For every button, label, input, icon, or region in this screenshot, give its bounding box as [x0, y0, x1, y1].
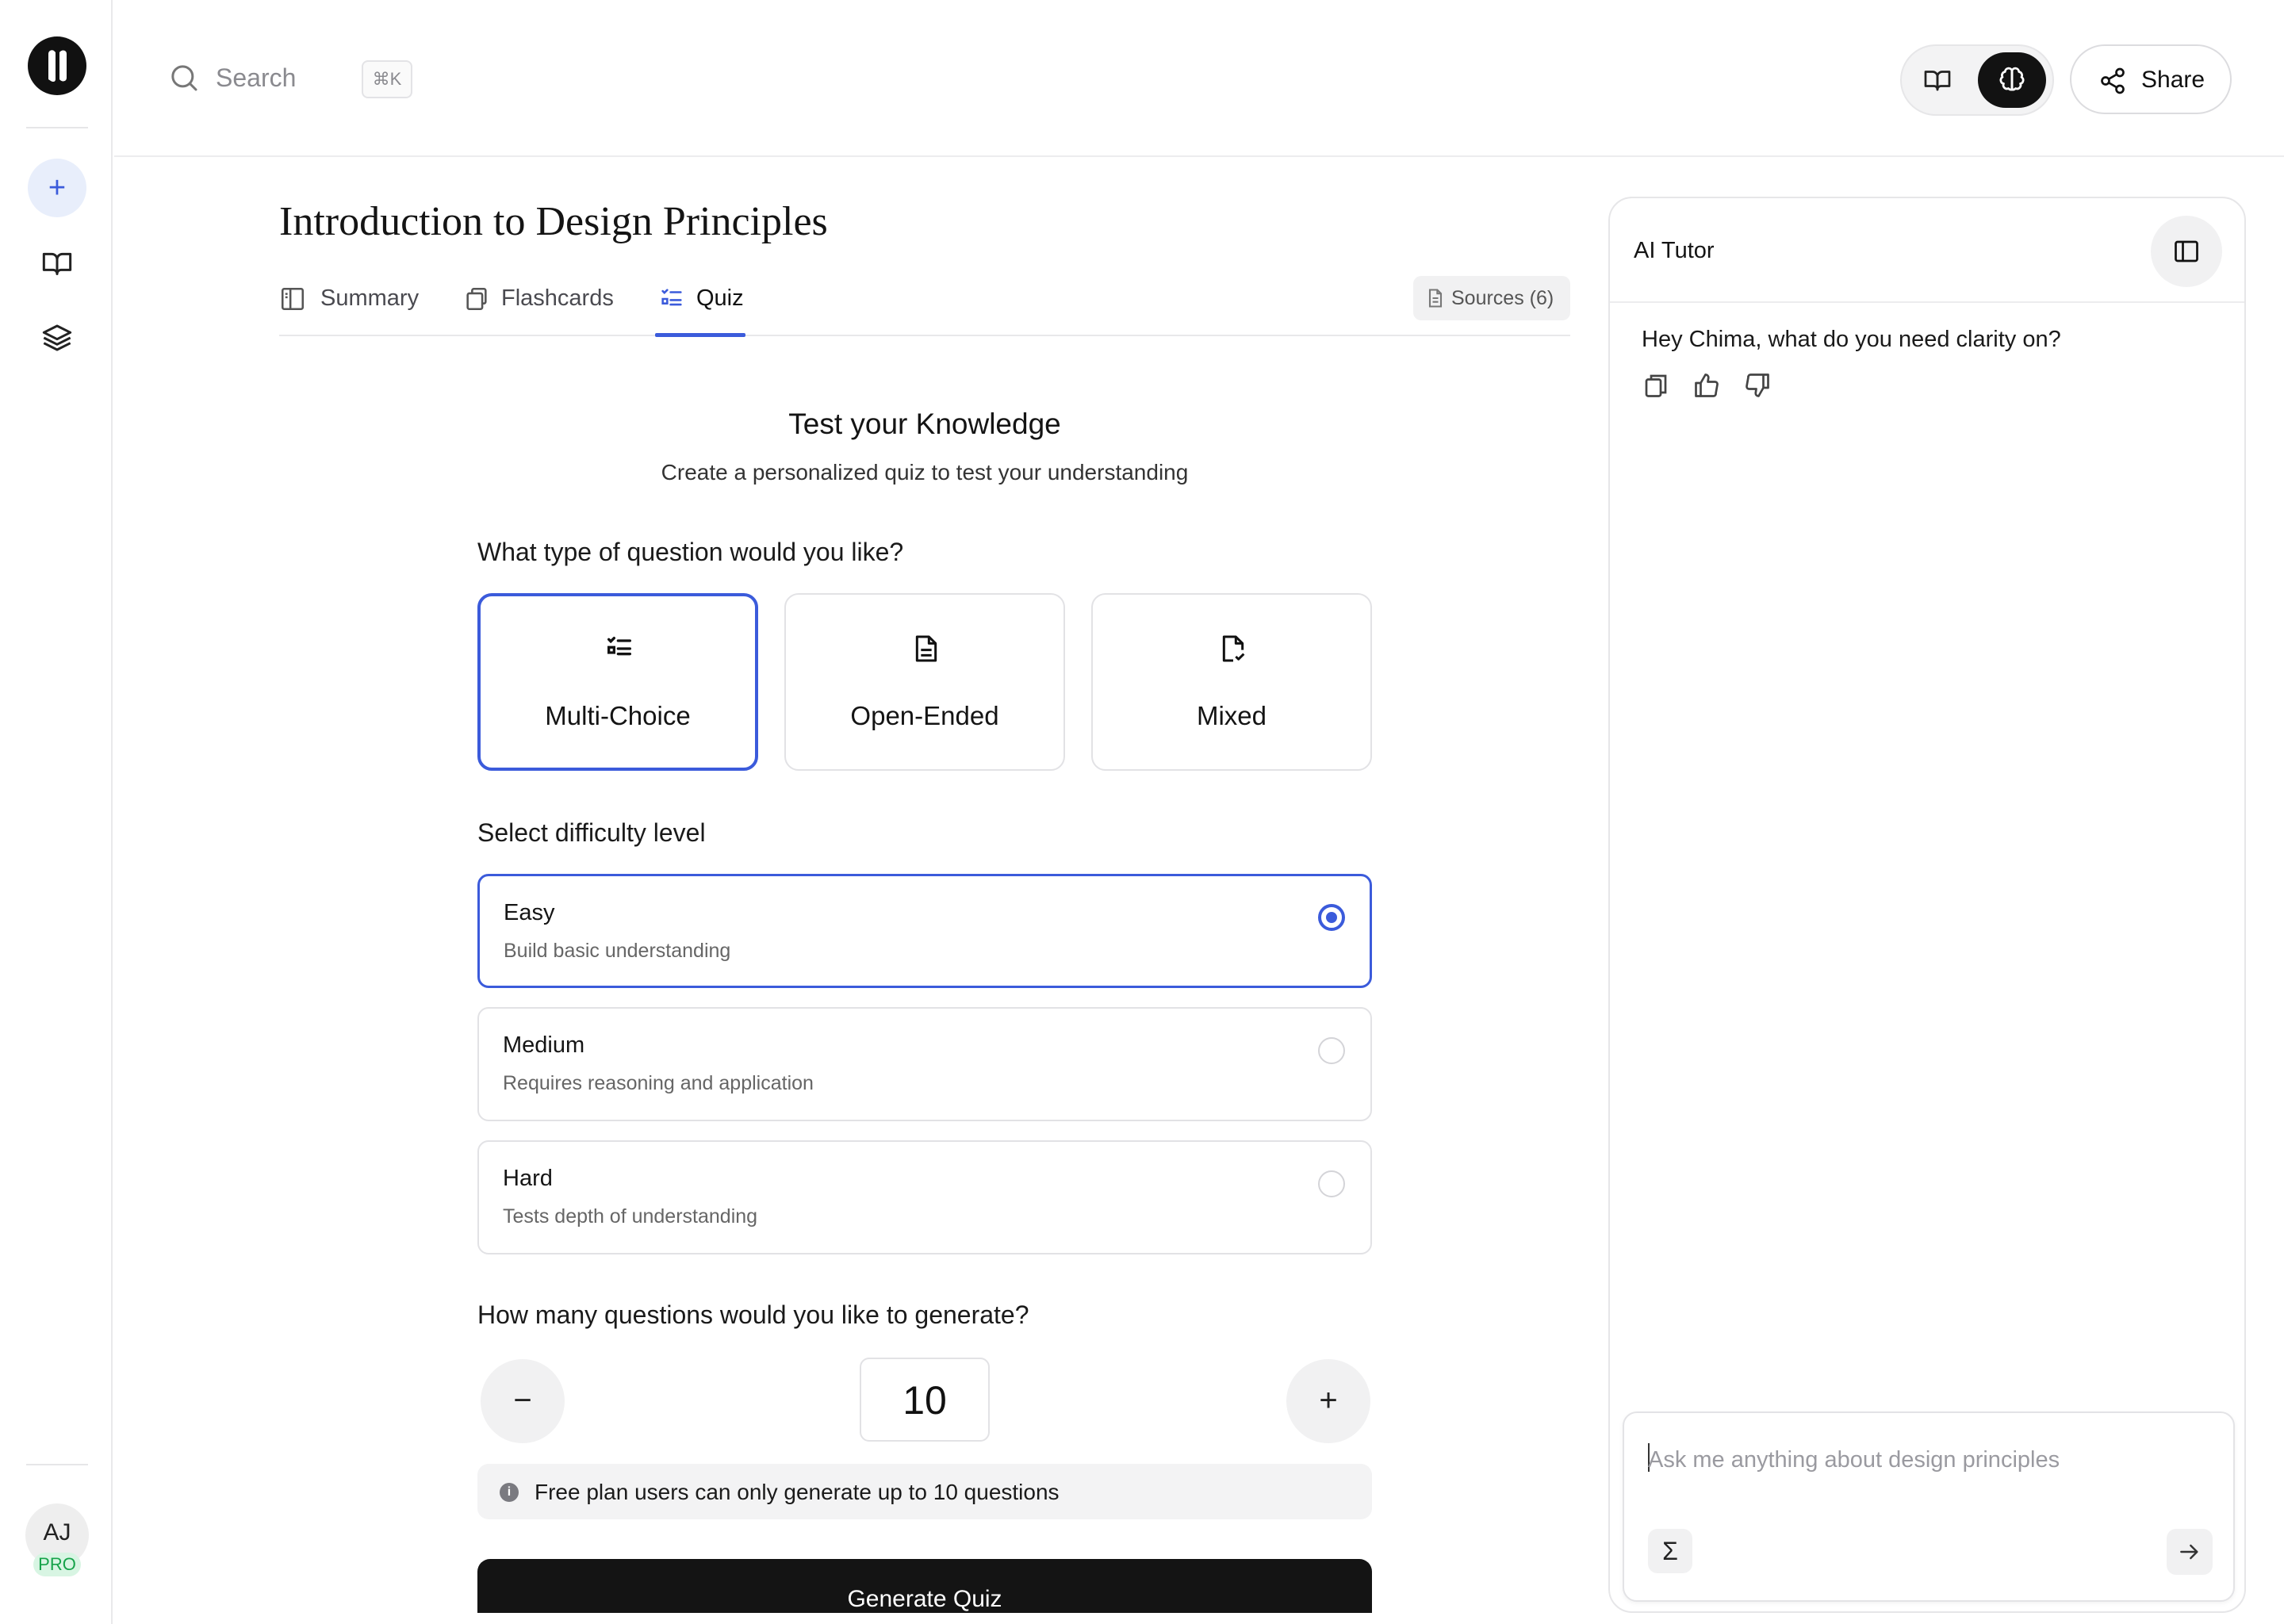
- search-icon[interactable]: [168, 62, 200, 94]
- app-logo[interactable]: [28, 36, 86, 95]
- difficulty-easy[interactable]: Easy Build basic understanding: [477, 874, 1372, 988]
- notice-text: Free plan users can only generate up to …: [535, 1480, 1060, 1504]
- file-check-icon: [1217, 633, 1249, 665]
- panel-toggle-button[interactable]: [2151, 216, 2222, 287]
- new-button[interactable]: +: [28, 159, 86, 217]
- share-icon: [2098, 67, 2127, 95]
- difficulty-title: Medium: [503, 1032, 585, 1058]
- difficulty-prompt: Select difficulty level: [477, 818, 706, 847]
- type-card-mixed[interactable]: Mixed: [1091, 593, 1372, 771]
- chat-input[interactable]: [1648, 1440, 2203, 1480]
- thumbs-down-icon[interactable]: [1743, 371, 1775, 403]
- content-bottom-edge: [114, 1613, 1605, 1624]
- thumbs-up-icon[interactable]: [1692, 371, 1724, 403]
- question-type-prompt: What type of question would you like?: [477, 538, 904, 566]
- tutor-divider: [1610, 301, 2244, 303]
- search-shortcut: ⌘K: [362, 60, 412, 98]
- type-label-mixed: Mixed: [1196, 701, 1267, 730]
- increment-button[interactable]: +: [1286, 1359, 1370, 1443]
- left-rail: + AJ PRO: [0, 0, 113, 1624]
- rail-divider: [26, 127, 88, 128]
- document-icon: [910, 633, 942, 665]
- library-icon[interactable]: [41, 247, 73, 279]
- info-icon: i: [500, 1483, 519, 1502]
- difficulty-description: Requires reasoning and application: [503, 1072, 814, 1094]
- avatar[interactable]: AJ PRO: [25, 1503, 89, 1576]
- type-card-open-ended[interactable]: Open-Ended: [784, 593, 1065, 771]
- decrement-button[interactable]: −: [481, 1359, 565, 1443]
- difficulty-title: Easy: [504, 900, 555, 925]
- radio-hard[interactable]: [1318, 1170, 1345, 1197]
- tab-quiz-label: Quiz: [696, 285, 744, 311]
- share-button[interactable]: Share: [2070, 44, 2232, 114]
- tutor-greeting: Hey Chima, what do you need clarity on?: [1642, 327, 2061, 352]
- flashcards-icon: [463, 285, 490, 312]
- copy-icon[interactable]: [1642, 371, 1673, 403]
- difficulty-medium[interactable]: Medium Requires reasoning and applicatio…: [477, 1007, 1372, 1121]
- ai-tutor-panel: AI Tutor Hey Chima, what do you need cla…: [1608, 197, 2246, 1613]
- avatar-initials: AJ: [43, 1519, 71, 1545]
- type-card-multi-choice[interactable]: Multi-Choice: [477, 593, 758, 771]
- difficulty-title: Hard: [503, 1166, 553, 1191]
- quiz-icon: [658, 285, 685, 312]
- layers-icon[interactable]: [41, 322, 73, 354]
- quiz-subheading: Create a personalized quiz to test your …: [661, 460, 1189, 485]
- question-count-field[interactable]: 10: [860, 1358, 990, 1442]
- tab-summary-label: Summary: [320, 285, 420, 311]
- summary-icon: [279, 285, 306, 312]
- radio-medium[interactable]: [1318, 1037, 1345, 1064]
- list-check-icon: [604, 633, 635, 665]
- radio-easy[interactable]: [1318, 904, 1345, 931]
- math-sigma-button[interactable]: Σ: [1648, 1529, 1692, 1573]
- difficulty-description: Tests depth of understanding: [503, 1205, 758, 1228]
- tabs-divider: [279, 335, 1570, 336]
- type-label-open-ended: Open-Ended: [850, 701, 999, 730]
- tab-active-indicator: [655, 333, 745, 337]
- page-title: Introduction to Design Principles: [279, 199, 828, 244]
- type-label-multi-choice: Multi-Choice: [545, 701, 691, 730]
- chat-composer: Σ: [1623, 1411, 2235, 1602]
- share-label: Share: [2141, 67, 2205, 93]
- rail-divider-bottom: [26, 1464, 88, 1465]
- file-icon: [1424, 287, 1447, 309]
- tutor-title: AI Tutor: [1634, 238, 1715, 263]
- sources-button[interactable]: Sources (6): [1413, 276, 1570, 320]
- quiz-heading: Test your Knowledge: [788, 408, 1061, 440]
- difficulty-hard[interactable]: Hard Tests depth of understanding: [477, 1140, 1372, 1254]
- sources-label: Sources (6): [1451, 287, 1554, 309]
- difficulty-description: Build basic understanding: [504, 940, 731, 962]
- plan-badge: PRO: [33, 1553, 81, 1576]
- tab-flashcards-label: Flashcards: [501, 285, 614, 311]
- send-button[interactable]: [2167, 1529, 2213, 1575]
- plan-limit-notice: i Free plan users can only generate up t…: [477, 1464, 1372, 1519]
- view-toggle: [1900, 44, 2054, 116]
- reader-view-button[interactable]: [1911, 54, 1964, 106]
- ai-view-button[interactable]: [1978, 52, 2046, 108]
- count-prompt: How many questions would you like to gen…: [477, 1300, 1029, 1329]
- search-input[interactable]: Search: [216, 63, 296, 93]
